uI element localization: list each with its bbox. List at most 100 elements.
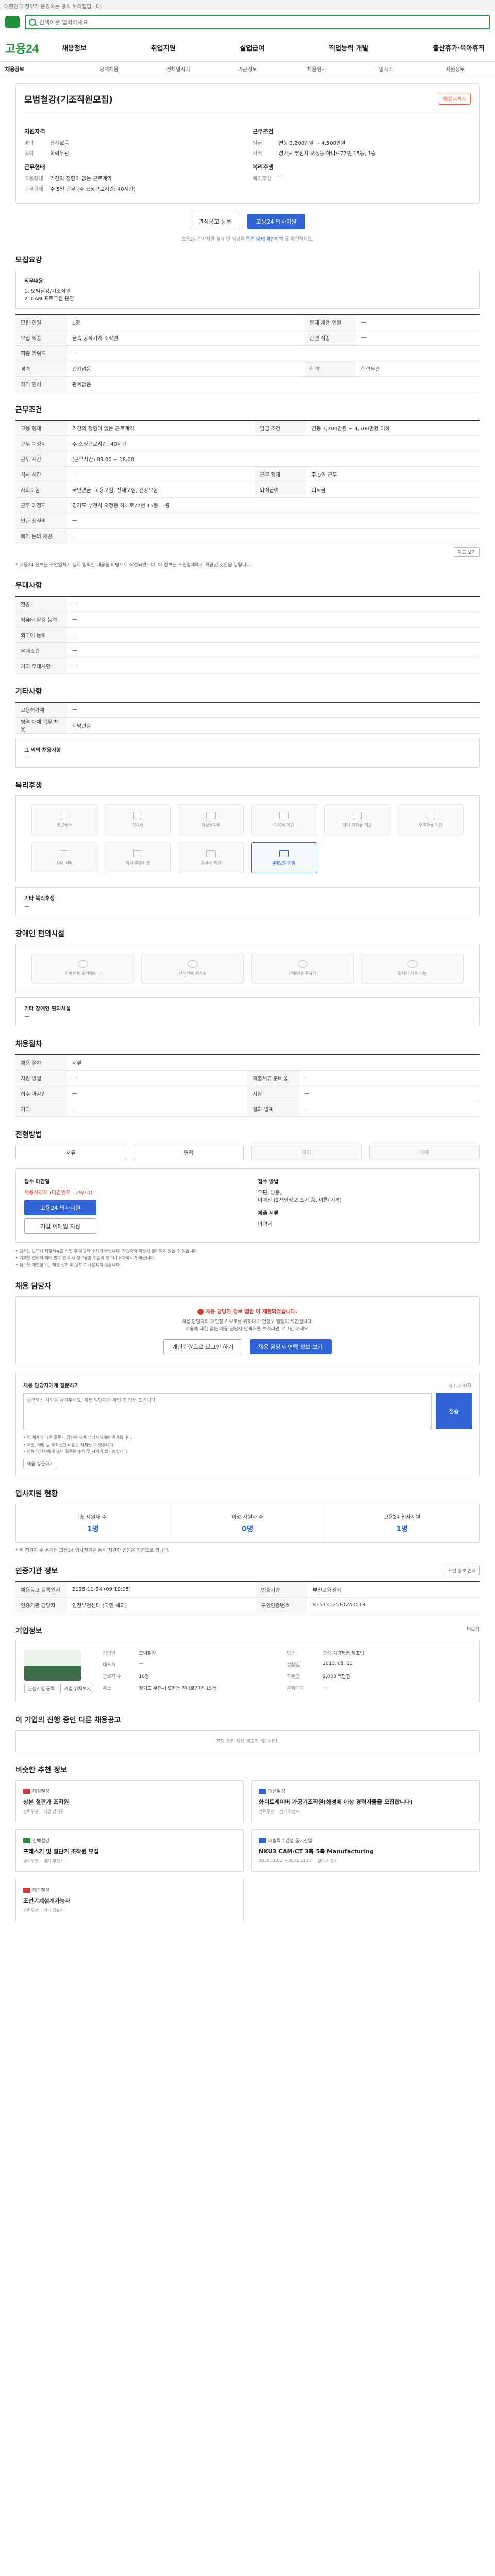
reco-meta: 경력무관 경기 김포시 [23,1908,236,1913]
reco-title[interactable]: NKU3 CAM/CT 3축 5축 Manufacturing [259,1847,472,1855]
inquiry-submit-button[interactable]: 전송 [436,1393,472,1430]
row-header: 컴퓨터 활용 능력 [15,612,67,628]
sub-nav-item[interactable]: 채용정보 [5,65,74,73]
row-value: 인천부천센터 (국민 해외) [67,1597,256,1613]
table-row: 인증기관 담당자 인천부천센터 (국민 해외) 구인인증번호 K15131251024… [15,1597,480,1613]
stat-item: 여성 지원자 수 0명 [171,1504,325,1543]
inquiry-textarea[interactable] [23,1393,432,1430]
accessibility-icon [297,960,308,968]
apply-email-button[interactable]: 기업 이메일 지원 [24,1218,96,1234]
benefit-item: 직원 휴양시설 [105,842,171,873]
table-row: 채용 절차 서류 [15,1055,480,1071]
sub-nav: 채용정보 공개채용 전체일자리 기관정보 채용행사 일자리 지원정보 [0,62,495,76]
reco-meta-2: 경기 김포시 [43,1908,64,1913]
row-header: 제출서류 준비물 [248,1070,299,1086]
row-value: K151312510240013 [307,1597,480,1613]
reco-card[interactable]: 대광철강조선기계설계가능자경력무관 경기 김포시 [15,1878,244,1921]
brand-logo[interactable]: 고용24 [5,40,62,56]
company-fact-value: 10명 [139,1674,150,1680]
condition-table: 고용 형태 기간의 정함이 없는 근로계약 임금 조건 연봉 3,200만원 ~ 4,… [15,419,480,544]
row-header: 경력 [15,361,67,377]
print-button[interactable]: 구인 정보 인쇄 [444,1566,480,1576]
manager-box: 채용 담당자 정보 열람 이 제한되었습니다. 채용 담당자의 개인정보 보호를… [15,1296,480,1366]
search-input[interactable] [39,19,486,26]
apply-online-button[interactable]: 고용24 입사지원 [24,1199,96,1215]
registration-heading: 인증기관 정보 구인 정보 인쇄 [15,1566,480,1576]
reco-card[interactable]: 대성철강 상본 철판가 조작원 경력무관 서울 강서구 [15,1780,244,1822]
row-header: 고용허가제 [15,702,67,718]
reco-meta: 경력무관 경기 화성시 [259,1809,472,1815]
stat-number: 0명 [241,1525,254,1534]
search-box[interactable] [25,15,490,29]
summary-value: 연봉 3,200만원 ~ 4,500만원 [278,141,346,146]
row-value: 주 5일 근무 [306,466,480,482]
table-row: 모집 직종 금속 공작기계 조작원 관련 직종 — [15,330,480,346]
row-value: — [67,596,480,612]
reco-meta-2: 경기 시흥시 [317,1858,338,1863]
contact-view-button[interactable]: 채용 담당자 연락 정보 보기 [249,1339,332,1355]
benefit-label: 기숙사 [131,822,144,827]
job-summary-card: 모범철강(기조직원모집) 채용시까지 지원자격 경력 관계없음 학력 학력무관 근무형… [15,83,480,204]
company-fact-key: 홈페이지 [287,1686,304,1691]
scrap-button[interactable]: 관심공고 등록 [189,214,240,229]
row-header: 모집 인원 [15,314,67,330]
row-value: 관계없음 [67,361,305,377]
company-more-link[interactable]: 더보기 [467,1625,480,1632]
nav-item[interactable]: 직업능력 개발 [329,43,368,53]
apply-note-link[interactable]: 입력 예제 확인하기 [246,237,283,242]
reco-meta-1: 경력무관 [259,1809,274,1814]
reco-company-name: 대광철강 [32,1888,50,1893]
recruit-table: 채용 절차 서류 지원 방법 — 제출서류 준비물 — 접수 마감일 — 시험 — 기타 — 결과 발표… [15,1054,480,1117]
benefit-item: 중식비 지원 [178,842,244,873]
reco-card[interactable]: 한백철강 프레스기 및 절단기 조작원 모집 경력무관 경기 부천시 [15,1829,244,1872]
sub-nav-item[interactable]: 일자리 [351,65,420,73]
company-fact-key: 근로자 수 [103,1674,122,1680]
company-map-button[interactable]: 기업 위치보기 [60,1683,95,1693]
reco-company: 대광철강 [23,1887,236,1893]
table-row: 전공 — [15,596,480,612]
company-fact-value: 2013. 08. 11 [323,1661,353,1667]
detail-table: 모집 인원 1명 현재 채용 인원 — 모집 직종 금속 공작기계 조작원 관련 직종 — 직종… [15,314,480,392]
sub-nav-item[interactable]: 공개채용 [74,65,143,73]
gov-logo-icon [5,16,20,28]
nav-item[interactable]: 취업지원 [151,43,176,53]
benefit-extra-box: 기타 복리후생 — [15,887,480,916]
sub-nav-item[interactable]: 기관정보 [213,65,282,73]
reco-title[interactable]: 화이트레이버 가공기조작원(화성에 이상 경력자들을 모집합니다) [259,1798,472,1806]
table-row: 복리 논의 제공 — [15,528,480,544]
reco-title[interactable]: 상본 철판가 조작원 [23,1798,236,1806]
company-fact-value: 금속 가공제품 제조업 [323,1651,365,1656]
sub-nav-item[interactable]: 지원정보 [421,65,490,73]
nav-item[interactable]: 실업급여 [240,43,265,53]
row-header: 관련 직종 [304,330,356,346]
company-logo [24,1649,81,1681]
row-header: 복리 논의 제공 [15,528,67,544]
reco-company-name: 대림특수건설 동서산업 [268,1838,312,1844]
reco-title[interactable]: 프레스기 및 절단기 조작원 모집 [23,1847,236,1855]
search-icon[interactable] [29,19,36,26]
benefit-label: 직원 휴양시설 [125,860,150,866]
login-button[interactable]: 개인회원으로 로그인 하기 [163,1339,242,1355]
nav-item[interactable]: 출산휴가·육아휴직 [433,43,485,53]
interest-company-button[interactable]: 관심기업 등록 [24,1683,59,1693]
preference-table: 전공 — 컴퓨터 활용 능력 — 외국어 능력 — 우대조건 — 기타 우대사항 — [15,596,480,674]
inquiry-history-button[interactable]: 채용 질문하기 [23,1459,58,1469]
table-row: 기타 — 결과 발표 — [15,1101,480,1117]
sub-nav-item[interactable]: 채용행사 [282,65,351,73]
row-header: 임금 조건 [254,420,306,436]
reco-title[interactable]: 조선기계설계가능자 [23,1896,236,1905]
benefit-label: 4대보험 가입 [272,860,296,866]
other-jobs-heading: 이 기업의 진행 중인 다른 채용공고 [15,1716,121,1724]
row-header: 학력 [304,361,356,377]
nav-item[interactable]: 채용정보 [62,43,87,53]
row-value: — [67,627,480,643]
table-row: 식사 시간 — 근무 형태 주 5일 근무 [15,466,480,482]
sub-nav-item[interactable]: 전체일자리 [144,65,213,73]
reco-card[interactable]: 대림특수건설 동서산업 NKU3 CAM/CT 3축 5축 Manufacturi… [251,1829,480,1872]
row-header: 채용 절차 [15,1055,67,1071]
map-button[interactable]: 지도 보기 [454,547,480,557]
apply-button[interactable]: 고용24 입사지원 [248,214,306,229]
duty-text: 1. 모범철강/기조직원 2. CAM 프로그램 운영 [24,289,74,302]
reco-card[interactable]: 대신철강 화이트레이버 가공기조작원(화성에 이상 경력자들을 모집합니다) 경력무… [251,1780,480,1822]
table-row: 지원 방법 — 제출서류 준비물 — [15,1070,480,1086]
